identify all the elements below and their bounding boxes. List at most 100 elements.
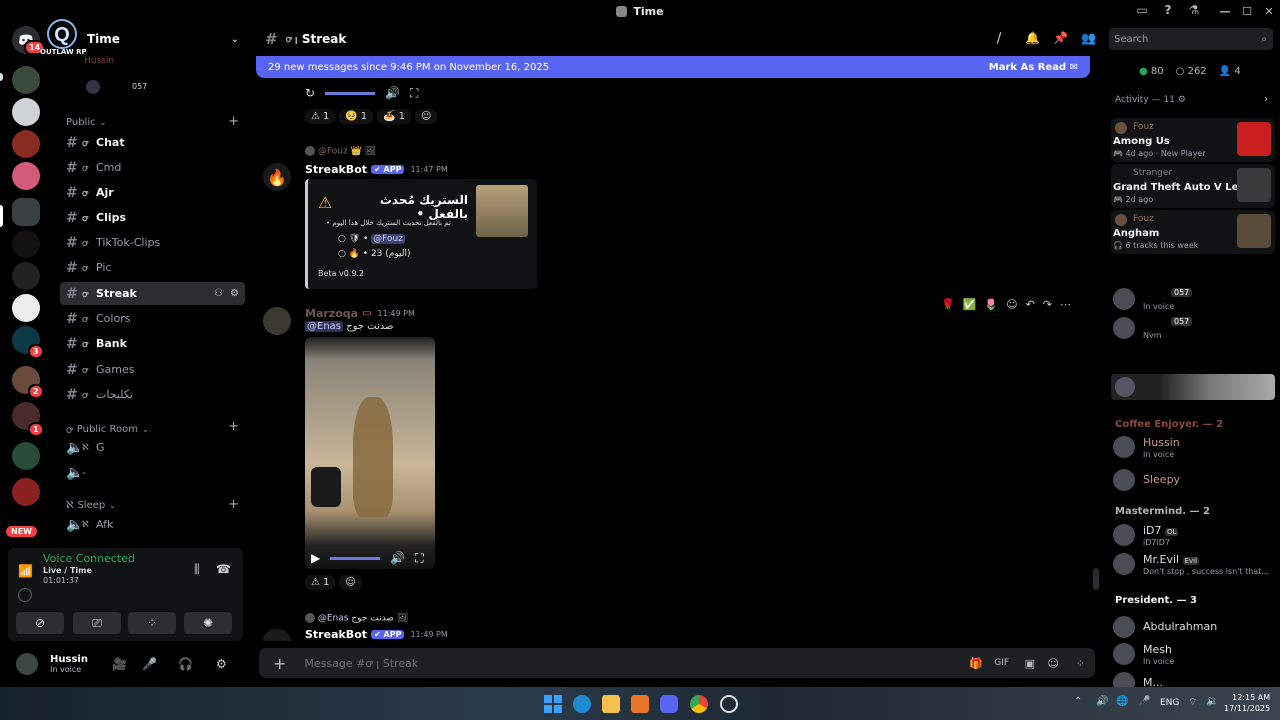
avatar[interactable]: 🔥 xyxy=(263,163,291,191)
server-icon[interactable] xyxy=(12,98,40,126)
category-public-room[interactable]: ꝍ Public Room ⌄ xyxy=(66,422,149,437)
search-input[interactable]: Search xyxy=(1114,34,1148,45)
channel-clips[interactable]: # ꝍ Clips xyxy=(60,206,245,229)
add-channel-button[interactable]: + xyxy=(228,114,239,129)
bell-icon[interactable]: 🔔 xyxy=(1025,31,1040,45)
shop-icon[interactable]: ⚗ xyxy=(1186,3,1202,19)
member-item[interactable]: M... xyxy=(1113,670,1275,687)
invite-icon[interactable]: ⚇ xyxy=(214,288,223,299)
microphone-icon[interactable]: 🎤 xyxy=(142,657,157,671)
channel-bank[interactable]: # ꝍ Bank xyxy=(60,332,245,355)
discord-taskbar-icon[interactable] xyxy=(660,695,678,713)
channel-tiktok-clips[interactable]: # ꝍ TikTok-Clips xyxy=(60,231,245,254)
gif-icon[interactable]: GIF xyxy=(994,658,1009,668)
voice-channel-afk[interactable]: 🔈 ℵ Afk xyxy=(60,513,245,536)
add-channel-button[interactable]: + xyxy=(228,419,239,434)
channel-chat[interactable]: # ꝍ Chat xyxy=(60,131,245,154)
soundboard-button[interactable]: ✺ xyxy=(184,612,232,634)
avatar[interactable] xyxy=(263,307,291,335)
voice-channel-dash[interactable]: 🔈 - xyxy=(60,461,245,484)
activity-card[interactable]: Fouz Angham 🎧 6 tracks this week xyxy=(1111,210,1275,254)
member-item[interactable]: Mr.Evil Evil Don't stop , success isn't … xyxy=(1113,551,1275,581)
help-icon[interactable]: ? xyxy=(1160,3,1176,19)
volume-icon[interactable]: 🔉 xyxy=(1206,696,1218,707)
search-box[interactable]: Search ⌕ xyxy=(1109,28,1273,50)
gear-icon[interactable]: ⚙ xyxy=(230,288,239,299)
video-progress[interactable] xyxy=(330,556,381,560)
fullscreen-icon[interactable]: ⛶ xyxy=(410,86,418,101)
server-icon[interactable] xyxy=(12,162,40,190)
microphone-icon[interactable]: 🎤 xyxy=(1138,696,1150,707)
play-icon[interactable]: ▶ xyxy=(311,551,320,565)
settings-gear-icon[interactable]: ⚙ xyxy=(216,657,227,671)
author-name[interactable]: StreakBot xyxy=(305,628,367,641)
video-progress[interactable] xyxy=(325,91,376,95)
reply-reference[interactable]: @Enas صدنت جوج 🖼 xyxy=(305,613,408,624)
member-item[interactable]: Sleepy xyxy=(1113,467,1275,497)
message-input[interactable]: Message #ꝍ ꞁ Streak xyxy=(304,656,418,671)
minimize-button[interactable]: — xyxy=(1214,5,1236,18)
member-item[interactable]: 057 Nvm xyxy=(1113,315,1275,345)
sticker-icon[interactable]: ▣ xyxy=(1025,657,1035,670)
edge-icon[interactable] xyxy=(573,695,591,713)
add-channel-button[interactable]: + xyxy=(228,497,239,512)
file-explorer-icon[interactable] xyxy=(602,695,620,713)
reaction[interactable]: ⚠ 1 xyxy=(305,575,336,590)
server-icon[interactable] xyxy=(12,230,40,258)
channel-pic[interactable]: # ꝍ Pic xyxy=(60,256,245,279)
inbox-icon[interactable]: ▭ xyxy=(1134,3,1150,19)
category-sleep[interactable]: ℵ Sleep ⌄ xyxy=(66,500,116,511)
reaction[interactable]: 🥺 1 xyxy=(339,109,374,124)
activity-card[interactable]: Fouz Among Us 🎮 4d ago · New Player xyxy=(1111,118,1275,162)
avatar[interactable] xyxy=(16,653,38,675)
volume-icon[interactable]: 🔊 xyxy=(385,86,400,100)
add-attachment-icon[interactable]: + xyxy=(273,654,286,673)
reply-icon[interactable]: ↶ xyxy=(1026,298,1035,311)
category-public[interactable]: Public ⌄ xyxy=(66,117,106,128)
pin-icon[interactable]: 📌 xyxy=(1053,31,1068,45)
channel-streak[interactable]: # ꝍ Streak ⚇ ⚙ xyxy=(60,282,245,305)
replay-icon[interactable]: ↻ xyxy=(305,86,315,100)
new-messages-bar[interactable]: 29 new messages since 9:46 PM on Novembe… xyxy=(256,56,1090,78)
fullscreen-icon[interactable]: ⛶ xyxy=(415,551,423,566)
reaction[interactable]: ⚠ 1 xyxy=(305,109,336,124)
voice-channel-name[interactable]: Live / Time xyxy=(43,566,92,575)
scrollbar[interactable] xyxy=(1093,568,1099,590)
app-icon[interactable] xyxy=(631,695,649,713)
threads-icon[interactable]: ⧸ xyxy=(997,31,1001,46)
add-reaction-button[interactable]: ☺ xyxy=(339,575,362,590)
server-icon[interactable] xyxy=(12,66,40,94)
activity-card[interactable]: Stranger Grand Theft Auto V Legacy 🎮 2d … xyxy=(1111,164,1275,208)
add-reaction-button[interactable]: ☺ xyxy=(415,109,438,124)
chevron-up-icon[interactable]: ⌃ xyxy=(1074,696,1082,707)
member-list-icon[interactable]: 👥 xyxy=(1081,31,1096,45)
screenshare-button[interactable]: ⎚ xyxy=(73,612,121,634)
top-user-name[interactable]: Hussin xyxy=(84,56,114,66)
channel-cmd[interactable]: # ꝍ Cmd xyxy=(60,156,245,179)
avatar[interactable] xyxy=(263,629,291,641)
member-item[interactable]: iD7 OL iD7iD7 xyxy=(1113,522,1275,552)
channel-games[interactable]: # ꝍ Games xyxy=(60,358,245,381)
mention[interactable]: @Enas xyxy=(305,321,343,332)
channel-arabic[interactable]: # ꝍ تكليجات xyxy=(60,383,245,406)
embed-thumbnail[interactable] xyxy=(476,185,528,237)
disconnect-icon[interactable]: ☎ xyxy=(216,562,231,576)
member-item[interactable]: Hussin In voice xyxy=(1113,434,1275,464)
volume-icon[interactable]: 🔊 xyxy=(390,551,405,565)
server-icon[interactable] xyxy=(12,478,40,506)
reaction[interactable]: 🍝 1 xyxy=(377,109,411,124)
mark-as-read-button[interactable]: Mark As Read ✉ xyxy=(989,62,1078,73)
start-button[interactable] xyxy=(544,695,562,713)
speaker-icon[interactable]: 🔊 xyxy=(1096,696,1108,707)
channel-ajr[interactable]: # ꝍ Ajr xyxy=(60,181,245,204)
chrome-icon[interactable] xyxy=(690,695,708,713)
author-name[interactable]: StreakBot xyxy=(305,163,367,176)
member-item[interactable]: Abdulrahman xyxy=(1113,614,1275,644)
network-icon[interactable]: 🌐 xyxy=(1116,696,1128,707)
headphones-icon[interactable]: 🎧 xyxy=(178,657,193,671)
camera-muted-icon[interactable]: 🎥 xyxy=(112,657,127,671)
gift-icon[interactable]: 🎁 xyxy=(969,657,983,670)
maximize-button[interactable]: ☐ xyxy=(1236,5,1258,18)
check-icon[interactable]: ✅ xyxy=(963,298,977,311)
video-attachment[interactable]: ▶ 🔊 ⛶ xyxy=(305,337,435,569)
